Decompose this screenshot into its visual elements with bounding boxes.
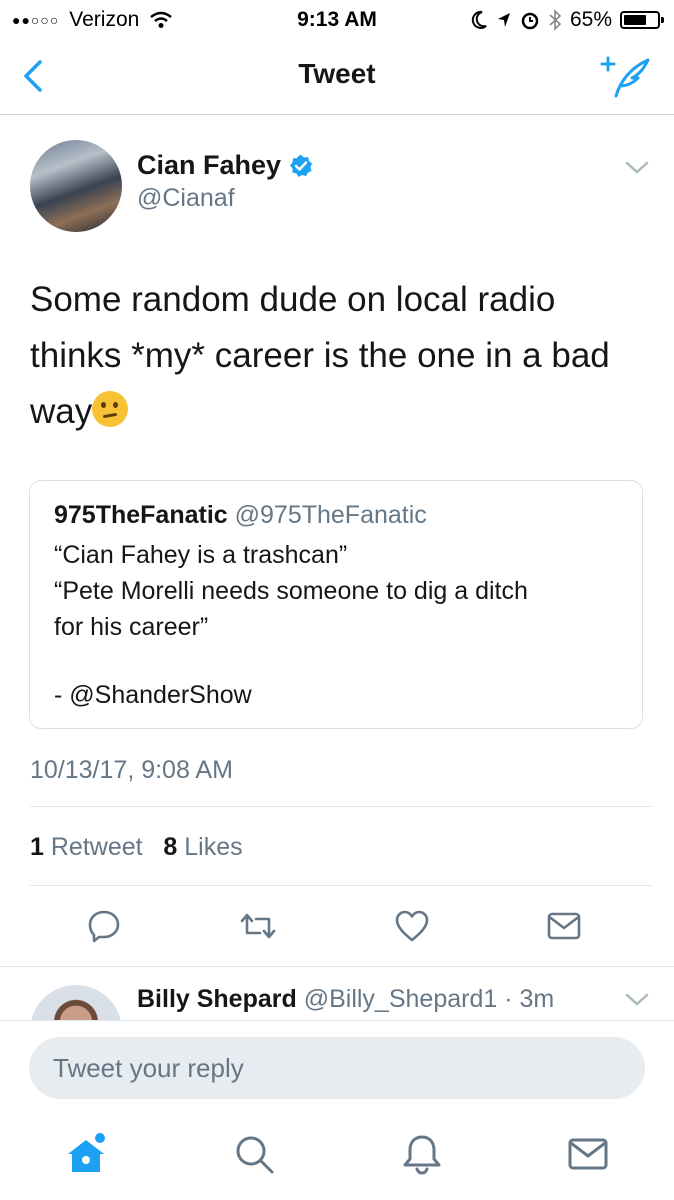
notifications-bell-icon[interactable] [400,1132,444,1176]
reply-button[interactable] [78,900,130,952]
like-button[interactable] [386,900,438,952]
divider [30,885,652,886]
heart-icon [395,910,429,942]
tweet-actions [0,900,674,952]
quoted-tweet-header: 975TheFanatic @975TheFanatic [54,501,427,530]
likes-stat[interactable]: 8 Likes [163,833,242,861]
alarm-clock-icon [521,12,539,30]
tweet-text: Some random dude on local radio thinks *… [30,272,630,440]
quoted-text-line: - @ShanderShow [54,681,252,709]
author-name[interactable]: Cian Fahey [137,150,281,181]
divider [30,806,652,807]
engagement-stats: 1 Retweet 8 Likes [30,833,243,862]
page-title: Tweet [298,58,376,89]
direct-message-button[interactable] [538,900,590,952]
divider [0,966,674,967]
quoted-text-line: “Pete Morelli needs someone to dig a dit… [54,577,528,605]
author-avatar[interactable] [30,140,122,232]
retweet-icon [240,913,276,939]
chevron-down-icon[interactable] [624,992,650,1008]
navigation-bar: Tweet [0,40,674,115]
retweet-stat[interactable]: 1 Retweet [30,833,143,861]
messages-icon[interactable] [566,1132,610,1176]
home-icon[interactable] [64,1132,108,1176]
status-bar: ●●○○○ Verizon 9:13 AM 65% [0,0,674,40]
reply-header[interactable]: Billy Shepard @Billy_Shepard1 · 3m [137,985,554,1014]
bluetooth-icon [549,9,562,31]
quoted-tweet[interactable]: 975TheFanatic @975TheFanatic “Cian Fahey… [29,480,643,729]
author-name-row[interactable]: Cian Fahey [137,150,313,181]
compose-tweet-icon[interactable] [600,54,652,98]
reply-age: · 3m [504,985,555,1013]
verified-badge-icon [290,154,313,177]
quoted-author-name: 975TheFanatic [54,501,228,529]
author-handle[interactable]: @Cianaf [137,184,235,213]
thinking-face-icon [92,391,129,427]
search-icon[interactable] [232,1132,276,1176]
tweet-timestamp: 10/13/17, 9:08 AM [30,756,233,784]
battery-percent: 65% [569,8,612,31]
reply-author-name[interactable]: Billy Shepard [137,985,297,1013]
reply-input[interactable] [29,1037,645,1099]
envelope-icon [547,912,581,940]
reply-author-handle[interactable]: @Billy_Shepard1 [304,985,498,1013]
moon-icon [471,10,487,29]
battery-icon [620,11,664,29]
retweet-button[interactable] [232,900,284,952]
quoted-text-line: for his career” [54,613,209,641]
quoted-text-line: “Cian Fahey is a trashcan” [54,541,348,569]
quoted-author-handle: @975TheFanatic [234,501,427,529]
reply-icon [88,910,120,943]
chevron-down-icon[interactable] [624,160,650,176]
tab-bar [0,1120,674,1200]
location-arrow-icon [497,13,510,27]
